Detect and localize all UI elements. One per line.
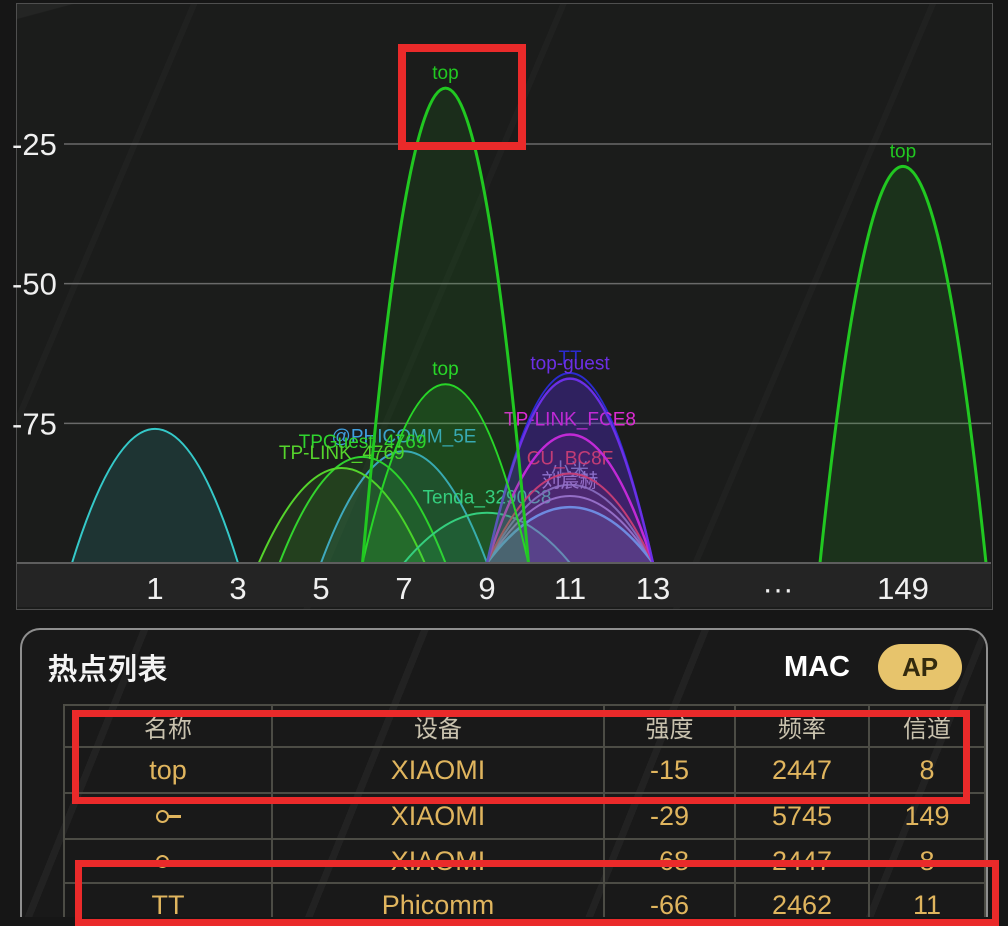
hotspot-list-header: 热点列表 MAC AP xyxy=(22,630,986,704)
annotation-box-chart-peak xyxy=(398,44,526,150)
annotation-box-tt-row xyxy=(75,860,999,926)
hotspot-list-title: 热点列表 xyxy=(48,646,168,688)
mac-toggle-button[interactable]: MAC xyxy=(784,651,850,684)
hidden-ssid-icon xyxy=(156,810,181,823)
annotation-box-header-and-top-row xyxy=(72,710,970,804)
ap-toggle-button[interactable]: AP xyxy=(878,644,962,690)
